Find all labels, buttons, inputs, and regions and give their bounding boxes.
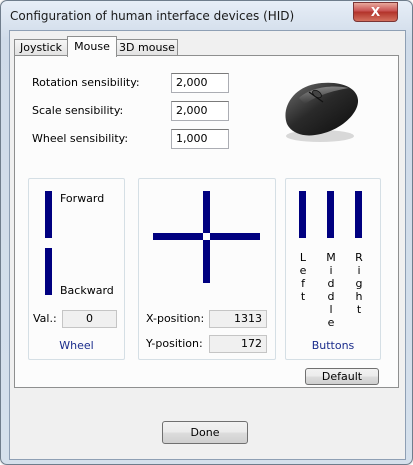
tab-joystick[interactable]: Joystick bbox=[14, 39, 68, 56]
dialog-client-area: Joystick Mouse 3D mouse Rotation sensibi… bbox=[9, 30, 406, 460]
wheel-backward-indicator bbox=[45, 248, 52, 295]
wheel-group: Forward Backward Val.: 0 Wheel bbox=[28, 178, 125, 360]
left-button-label: Le ft bbox=[299, 251, 307, 303]
mouse-icon bbox=[285, 82, 359, 142]
x-position-label: X-position: bbox=[146, 312, 205, 325]
wheel-val-display: 0 bbox=[62, 310, 117, 328]
mouse-tab-panel: Rotation sensibility: 2,000 Scale sensib… bbox=[14, 55, 399, 388]
wheel-backward-label: Backward bbox=[60, 284, 114, 297]
rotation-sensibility-label: Rotation sensibility: bbox=[32, 76, 140, 89]
middle-button-indicator bbox=[327, 191, 334, 238]
default-button[interactable]: Default bbox=[305, 368, 379, 385]
wheel-caption: Wheel bbox=[59, 339, 94, 352]
wheel-forward-label: Forward bbox=[60, 192, 105, 205]
wheel-sensibility-input[interactable]: 1,000 bbox=[171, 129, 229, 149]
wheel-val-label: Val.: bbox=[33, 312, 57, 325]
position-group: X-position: 1313 Y-position: 172 bbox=[138, 178, 276, 360]
wheel-forward-indicator bbox=[45, 191, 52, 238]
rotation-sensibility-input[interactable]: 2,000 bbox=[171, 73, 229, 93]
title-bar[interactable]: Configuration of human interface devices… bbox=[1, 1, 412, 31]
buttons-caption: Buttons bbox=[311, 339, 355, 352]
tab-mouse[interactable]: Mouse bbox=[67, 36, 117, 57]
scale-sensibility-input[interactable]: 2,000 bbox=[171, 101, 229, 121]
position-center-marker bbox=[203, 233, 210, 240]
right-button-indicator bbox=[355, 191, 362, 238]
window-title: Configuration of human interface devices… bbox=[10, 9, 295, 23]
right-button-label: Ri gh t bbox=[355, 251, 363, 316]
left-button-indicator bbox=[299, 191, 306, 238]
y-position-label: Y-position: bbox=[146, 337, 203, 350]
wheel-sensibility-label: Wheel sensibility: bbox=[32, 132, 129, 145]
scale-sensibility-label: Scale sensibility: bbox=[32, 104, 124, 117]
tab-3d-mouse[interactable]: 3D mouse bbox=[116, 39, 178, 56]
close-button[interactable]: X bbox=[353, 2, 398, 22]
middle-button-label: Mi dd le bbox=[326, 251, 336, 329]
done-button[interactable]: Done bbox=[162, 421, 248, 444]
tab-bar: Joystick Mouse 3D mouse bbox=[10, 31, 405, 57]
x-position-display: 1313 bbox=[209, 310, 267, 328]
y-position-display: 172 bbox=[209, 335, 267, 353]
dialog-window: Configuration of human interface devices… bbox=[0, 0, 413, 465]
buttons-group: Le ft Mi dd le Ri gh t Buttons bbox=[285, 178, 381, 360]
